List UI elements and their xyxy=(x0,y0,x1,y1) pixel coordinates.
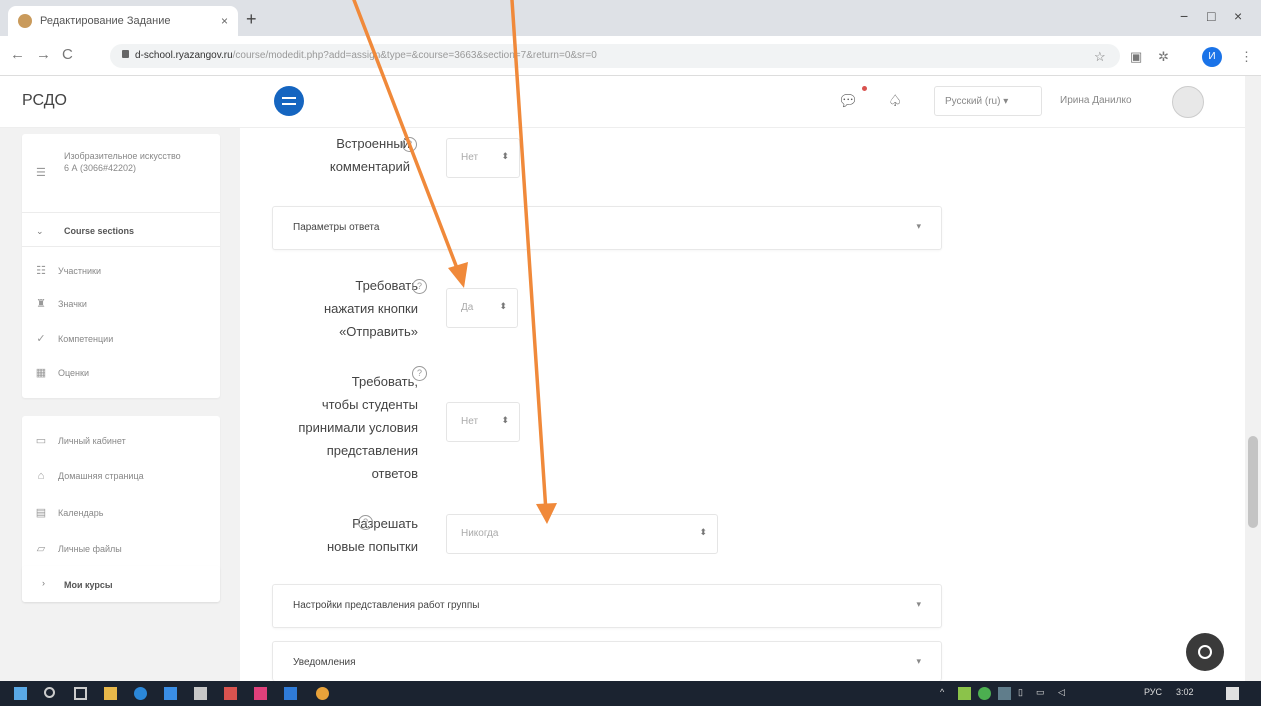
task-view-icon[interactable] xyxy=(74,687,87,700)
app-icon[interactable] xyxy=(254,687,267,700)
speaker-icon[interactable]: ◁ xyxy=(1058,687,1065,698)
tray-icon[interactable] xyxy=(978,687,991,700)
arrow-head xyxy=(448,262,468,288)
edge-icon[interactable] xyxy=(134,687,147,700)
arrow-head xyxy=(536,503,557,524)
clock[interactable]: 3:02 xyxy=(1176,687,1194,697)
chrome-icon[interactable] xyxy=(316,687,329,700)
search-icon[interactable] xyxy=(44,687,55,698)
arrow-line xyxy=(510,0,548,514)
tray-icon[interactable] xyxy=(998,687,1011,700)
annotation-arrows xyxy=(352,0,557,524)
windows-start-icon[interactable] xyxy=(14,687,27,700)
arrow-line xyxy=(352,0,462,278)
app-icon[interactable] xyxy=(284,687,297,700)
notifications-icon[interactable] xyxy=(1226,687,1239,700)
tray-chevron-icon[interactable]: ^ xyxy=(940,687,944,697)
windows-taskbar: ^ ▯ ▭ ◁ РУС 3:02 xyxy=(0,681,1261,706)
input-language[interactable]: РУС xyxy=(1144,687,1162,697)
battery-icon[interactable]: ▯ xyxy=(1018,687,1023,698)
mail-icon[interactable] xyxy=(164,687,177,700)
network-icon[interactable]: ▭ xyxy=(1036,687,1045,698)
store-icon[interactable] xyxy=(194,687,207,700)
explorer-icon[interactable] xyxy=(104,687,117,700)
tray-icon[interactable] xyxy=(958,687,971,700)
app-icon[interactable] xyxy=(224,687,237,700)
